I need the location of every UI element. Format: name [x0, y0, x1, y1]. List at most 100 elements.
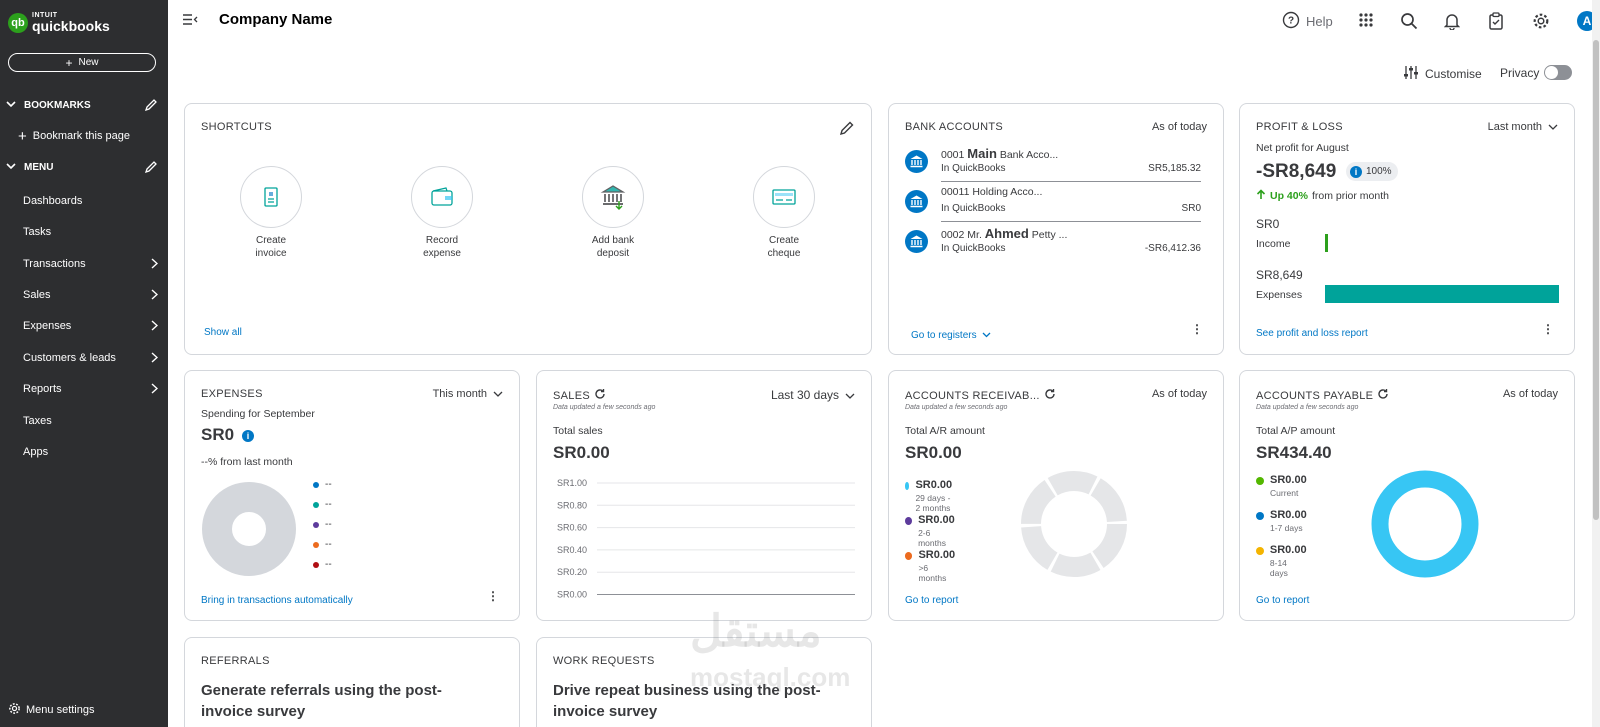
- menu-settings-button[interactable]: Menu settings: [8, 702, 94, 718]
- legend-dot: [1256, 512, 1264, 520]
- chevron-down-icon: [1542, 121, 1558, 133]
- new-button[interactable]: + New: [8, 53, 156, 72]
- bank-account-row[interactable]: 0002 Mr. Ahmed Petty ... In QuickBooks -…: [903, 226, 1201, 266]
- bookmark-label: Bookmark this page: [32, 130, 130, 142]
- legend-label: --: [325, 559, 332, 570]
- sidebar-item-tasks[interactable]: Tasks: [0, 221, 168, 243]
- bookmark-this-page[interactable]: + Bookmark this page: [0, 125, 168, 147]
- income-bar: [1325, 234, 1328, 252]
- bank-deposit-icon: [582, 166, 644, 228]
- chevron-down-icon: [0, 162, 24, 173]
- legend-item: --: [313, 519, 332, 530]
- edit-menu-pencil-icon[interactable]: [144, 160, 158, 177]
- referrals-headline: Generate referrals using the post-invoic…: [201, 680, 442, 722]
- spending-subtitle: Spending for September: [201, 408, 315, 420]
- income-value: SR0: [1256, 217, 1280, 231]
- refresh-icon[interactable]: [1040, 388, 1056, 403]
- shortcut-create-cheque[interactable]: Create cheque: [734, 166, 834, 260]
- customise-label: Customise: [1425, 67, 1482, 81]
- y-tick-label: SR0.20: [557, 567, 587, 577]
- go-to-registers-link[interactable]: Go to registers: [911, 330, 991, 341]
- profit-loss-period-dropdown[interactable]: Last month: [1488, 121, 1558, 133]
- sidebar-item-apps[interactable]: Apps: [0, 441, 168, 463]
- more-options-icon[interactable]: ⋮: [1542, 322, 1554, 336]
- plus-icon: +: [65, 55, 73, 70]
- bank-account-row[interactable]: 0001 Main Bank Acco... In QuickBooks SR5…: [903, 146, 1201, 186]
- payable-donut-chart: [1371, 470, 1479, 578]
- qb-logo-icon: qb: [8, 12, 28, 33]
- help-label: Help: [1306, 14, 1333, 29]
- receivable-go-to-report-link[interactable]: Go to report: [905, 595, 958, 606]
- clipboard-icon[interactable]: [1488, 12, 1504, 35]
- customise-button[interactable]: Customise: [1403, 65, 1482, 83]
- search-icon[interactable]: [1400, 12, 1418, 35]
- receivable-title-group: ACCOUNTS RECEIVAB...: [905, 388, 1056, 403]
- legend-value: SR0.00: [918, 514, 955, 526]
- referrals-title: REFERRALS: [201, 655, 270, 667]
- expenses-donut-chart: [202, 482, 296, 576]
- company-name[interactable]: Company Name: [219, 11, 332, 28]
- payable-go-to-report-link[interactable]: Go to report: [1256, 595, 1309, 606]
- more-options-icon[interactable]: ⋮: [1191, 322, 1203, 336]
- bank-account-balance: -SR6,412.36: [1144, 243, 1201, 254]
- settings-gear-icon[interactable]: [1532, 12, 1550, 35]
- scrollbar-thumb[interactable]: [1593, 40, 1599, 520]
- quickbooks-logo[interactable]: qb INTUIT quickbooks: [8, 12, 110, 33]
- expenses-amount: SR0: [201, 425, 235, 444]
- chevron-down-icon: [487, 388, 503, 400]
- help-button[interactable]: ? Help: [1282, 11, 1333, 32]
- sidebar-item-taxes[interactable]: Taxes: [0, 410, 168, 432]
- profit-loss-title: PROFIT & LOSS: [1256, 121, 1343, 133]
- legend-dot: [313, 521, 319, 528]
- shortcut-label: Create: [768, 235, 799, 246]
- sidebar-item-reports[interactable]: Reports: [0, 378, 168, 400]
- sidebar-item-sales[interactable]: Sales: [0, 284, 168, 306]
- legend-dot: [905, 552, 913, 560]
- legend-dot: [313, 541, 319, 548]
- sidebar-item-label: Apps: [23, 446, 49, 458]
- shortcut-record-expense[interactable]: Record expense: [392, 166, 492, 260]
- menu-label: MENU: [24, 161, 54, 173]
- sales-line-chart: SR1.00 SR0.80 SR0.60 SR0.40 SR0.20 SR0.00: [557, 478, 855, 600]
- page-scrollbar[interactable]: [1592, 0, 1600, 727]
- edit-shortcuts-pencil-icon[interactable]: [839, 120, 855, 141]
- collapse-menu-icon[interactable]: [182, 13, 198, 31]
- sidebar-item-transactions[interactable]: Transactions: [0, 253, 168, 275]
- legend-value: SR0.00: [915, 479, 953, 491]
- bank-account-row[interactable]: 00011 Holding Acco... In QuickBooks SR0: [903, 186, 1201, 226]
- menu-section-toggle[interactable]: MENU: [0, 157, 168, 177]
- more-options-icon[interactable]: ⋮: [487, 589, 499, 603]
- expenses-label: Expenses: [1256, 289, 1303, 301]
- sidebar-item-customers-leads[interactable]: Customers & leads: [0, 347, 168, 369]
- watermark-arabic: مستقل: [690, 607, 822, 656]
- accounts-receivable-card: ACCOUNTS RECEIVAB... As of today Data up…: [888, 370, 1224, 621]
- see-profit-loss-report-link[interactable]: See profit and loss report: [1256, 328, 1368, 339]
- edit-bookmarks-pencil-icon[interactable]: [144, 98, 158, 115]
- net-profit-subtitle: Net profit for August: [1256, 142, 1349, 154]
- receivable-title: ACCOUNTS RECEIVAB...: [905, 389, 1040, 402]
- refresh-icon[interactable]: [1373, 388, 1389, 403]
- sidebar-item-label: Customers & leads: [23, 352, 116, 364]
- legend-item: SR0.00 >6 months: [905, 549, 956, 583]
- period-label: This month: [432, 388, 487, 400]
- sidebar-item-expenses[interactable]: Expenses: [0, 315, 168, 337]
- bell-icon[interactable]: [1443, 12, 1461, 35]
- show-all-link[interactable]: Show all: [204, 327, 242, 338]
- expenses-period-dropdown[interactable]: This month: [433, 388, 503, 400]
- arrow-up-icon: [1256, 189, 1270, 203]
- bank-icon: [905, 190, 928, 213]
- sidebar-item-dashboards[interactable]: Dashboards: [0, 190, 168, 212]
- y-tick-label: SR0.80: [557, 500, 587, 510]
- shortcut-create-invoice[interactable]: Create invoice: [221, 166, 321, 260]
- info-icon[interactable]: i: [242, 430, 254, 442]
- privacy-toggle[interactable]: [1544, 65, 1573, 80]
- bank-accounts-title: BANK ACCOUNTS: [905, 121, 1004, 133]
- legend-label: 8-14 days: [1269, 558, 1288, 578]
- shortcut-add-bank-deposit[interactable]: Add bank deposit: [563, 166, 663, 260]
- bring-in-transactions-link[interactable]: Bring in transactions automatically: [201, 595, 353, 606]
- bookmarks-section-toggle[interactable]: BOOKMARKS: [0, 95, 168, 115]
- profit-change-label: from prior month: [1311, 190, 1389, 202]
- privacy-toggle-group: Privacy: [1500, 65, 1573, 80]
- bank-account-number: 0001: [941, 149, 965, 161]
- apps-grid-icon[interactable]: [1358, 12, 1374, 33]
